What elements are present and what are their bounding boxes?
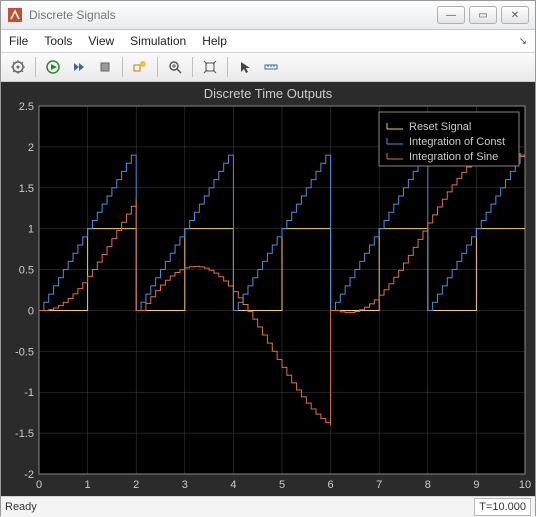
svg-text:1: 1	[85, 479, 91, 491]
menu-tools[interactable]: Tools	[44, 34, 72, 48]
measure-button[interactable]	[260, 56, 282, 78]
highlight-button[interactable]	[129, 56, 151, 78]
plot-area[interactable]: 0 1 2 3 4 5 6 7 8 9 10 -2 -1.5 -1 -0.5 0 0.5 1 1.5 2 2.5 Disc…	[1, 82, 535, 496]
svg-text:2.5: 2.5	[19, 101, 34, 113]
svg-text:2: 2	[28, 142, 34, 154]
chart-canvas: 0 1 2 3 4 5 6 7 8 9 10 -2 -1.5 -1 -0.5 0 0.5 1 1.5 2 2.5 Disc…	[1, 82, 535, 496]
svg-text:6: 6	[328, 479, 334, 491]
toolbar-separator	[227, 57, 228, 77]
svg-text:9: 9	[473, 479, 479, 491]
menu-file[interactable]: File	[9, 34, 28, 48]
play-icon	[46, 60, 60, 74]
svg-text:Integration of Const: Integration of Const	[409, 136, 505, 148]
menu-view[interactable]: View	[88, 34, 114, 48]
toolbar-separator	[157, 57, 158, 77]
svg-text:Reset Signal: Reset Signal	[409, 121, 471, 133]
step-icon	[72, 60, 86, 74]
gear-icon	[10, 59, 26, 75]
svg-text:1: 1	[28, 224, 34, 236]
toolbar	[1, 53, 535, 82]
close-button[interactable]: ✕	[501, 6, 529, 24]
window-title: Discrete Signals	[29, 8, 437, 22]
titlebar: Discrete Signals — ▭ ✕	[1, 1, 535, 30]
svg-text:4: 4	[230, 479, 236, 491]
step-forward-button[interactable]	[68, 56, 90, 78]
status-text: Ready	[5, 501, 37, 513]
svg-text:-1: -1	[24, 387, 34, 399]
highlight-icon	[132, 60, 148, 74]
status-time: T=10.000	[474, 498, 531, 516]
autoscale-button[interactable]	[199, 56, 221, 78]
svg-text:10: 10	[519, 479, 531, 491]
menu-simulation[interactable]: Simulation	[130, 34, 186, 48]
menu-dock-icon[interactable]: ↘	[519, 36, 527, 47]
toolbar-separator	[35, 57, 36, 77]
svg-text:-0.5: -0.5	[15, 346, 34, 358]
svg-text:-1.5: -1.5	[15, 428, 34, 440]
autoscale-icon	[203, 60, 217, 74]
zoom-button[interactable]	[164, 56, 186, 78]
svg-text:3: 3	[182, 479, 188, 491]
svg-text:0: 0	[28, 305, 34, 317]
minimize-button[interactable]: —	[437, 6, 465, 24]
menubar: File Tools View Simulation Help ↘	[1, 30, 535, 53]
stop-button[interactable]	[94, 56, 116, 78]
svg-text:8: 8	[425, 479, 431, 491]
app-icon	[7, 7, 23, 23]
window-controls: — ▭ ✕	[437, 6, 529, 24]
zoom-icon	[168, 60, 182, 74]
svg-text:5: 5	[279, 479, 285, 491]
svg-text:0.5: 0.5	[19, 265, 34, 277]
toolbar-separator	[122, 57, 123, 77]
cursor-icon	[238, 60, 252, 74]
stop-icon	[98, 60, 112, 74]
svg-text:0: 0	[36, 479, 42, 491]
svg-text:Discrete Time Outputs: Discrete Time Outputs	[204, 86, 333, 101]
svg-text:7: 7	[376, 479, 382, 491]
menu-help[interactable]: Help	[202, 34, 227, 48]
svg-text:1.5: 1.5	[19, 183, 34, 195]
cursor-button[interactable]	[234, 56, 256, 78]
maximize-button[interactable]: ▭	[469, 6, 497, 24]
svg-text:-2: -2	[24, 469, 34, 481]
ruler-icon	[264, 60, 278, 74]
svg-text:Integration of Sine: Integration of Sine	[409, 151, 498, 163]
toolbar-separator	[192, 57, 193, 77]
statusbar: Ready T=10.000	[1, 496, 535, 517]
run-button[interactable]	[42, 56, 64, 78]
svg-text:2: 2	[133, 479, 139, 491]
settings-button[interactable]	[7, 56, 29, 78]
